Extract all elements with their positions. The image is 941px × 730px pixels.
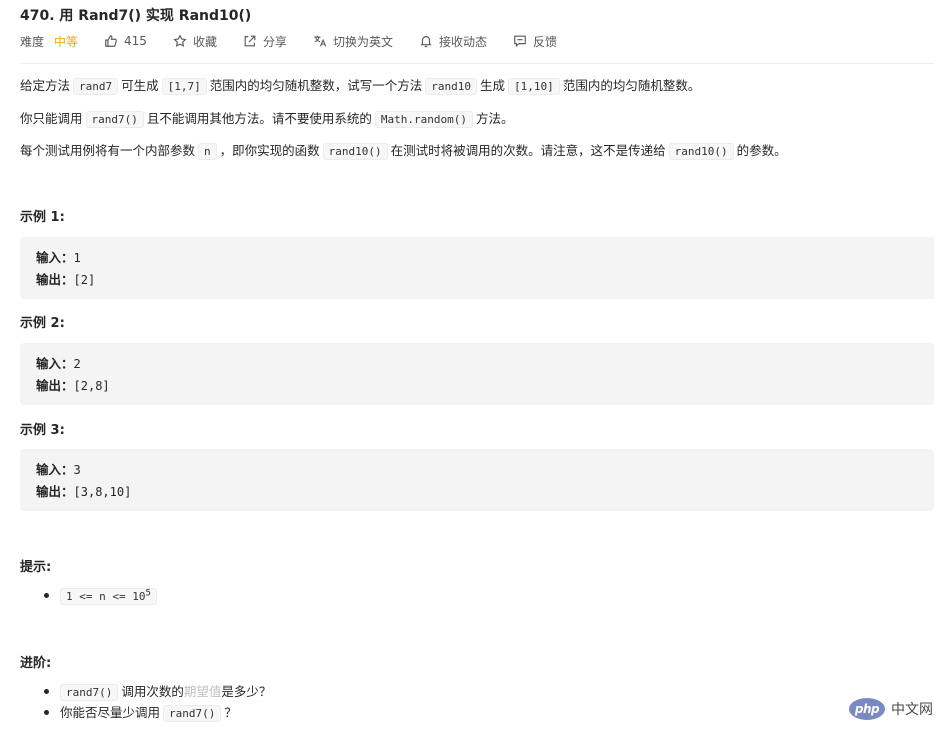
list-item: 1 <= n <= 105 bbox=[44, 586, 160, 607]
text-segment: 在测试时将被调用的次数。请注意，这不是传递给 bbox=[390, 143, 666, 158]
share-icon bbox=[243, 34, 257, 48]
inline-code: [1,7] bbox=[161, 78, 207, 95]
watermark-text: 中文网 bbox=[891, 702, 933, 718]
input-value: 3 bbox=[73, 463, 81, 477]
example-3-heading: 示例 3: bbox=[20, 423, 65, 438]
output-label: 输出： bbox=[36, 378, 74, 393]
translate-icon bbox=[313, 34, 327, 48]
switch-language-button[interactable]: 切换为英文 bbox=[313, 33, 393, 50]
example-1-block: 输入：1 输出：[2] bbox=[20, 237, 934, 299]
description-paragraph-2: 你只能调用 rand7() 且不能调用其他方法。请不要使用系统的 Math.rando… bbox=[20, 109, 514, 130]
example-input-row: 输入：2 bbox=[36, 353, 918, 375]
input-label: 输入： bbox=[36, 356, 74, 371]
message-icon bbox=[513, 34, 527, 48]
constraint-exponent: 5 bbox=[145, 588, 151, 599]
text-segment: 的参数。 bbox=[736, 143, 787, 158]
favorite-label: 收藏 bbox=[192, 34, 217, 49]
difficulty-label: 难度 bbox=[20, 34, 45, 49]
example-input-row: 输入：1 bbox=[36, 247, 918, 269]
inline-code: n bbox=[198, 143, 217, 160]
share-label: 分享 bbox=[262, 34, 287, 49]
like-count: 415 bbox=[124, 34, 147, 48]
example-output-row: 输出：[2] bbox=[36, 269, 918, 291]
inline-code: rand10 bbox=[425, 78, 478, 95]
text-segment: 范围内的均匀随机整数，试写一个方法 bbox=[209, 78, 423, 93]
followup-heading: 进阶: bbox=[20, 656, 52, 671]
example-3-block: 输入：3 输出：[3,8,10] bbox=[20, 449, 934, 511]
inline-code: [1,10] bbox=[508, 78, 560, 95]
example-output-row: 输出：[2,8] bbox=[36, 375, 918, 397]
text-segment: 可生成 bbox=[121, 78, 159, 93]
text-segment: 你能否尽量少调用 bbox=[60, 705, 161, 720]
thumbs-up-icon bbox=[104, 34, 118, 48]
text-segment: 范围内的均匀随机整数。 bbox=[562, 78, 701, 93]
hints-list: 1 <= n <= 105 bbox=[20, 586, 160, 607]
example-2-block: 输入：2 输出：[2,8] bbox=[20, 343, 934, 405]
expected-value-term: 期望值 bbox=[183, 684, 222, 699]
text-segment: ，即你实现的函数 bbox=[219, 143, 320, 158]
site-watermark: php 中文网 bbox=[849, 698, 933, 720]
text-segment: 是多少？ bbox=[221, 684, 272, 699]
followup-list: rand7() 调用次数的期望值是多少？ 你能否尽量少调用 rand7()？ bbox=[20, 682, 271, 724]
input-label: 输入： bbox=[36, 462, 74, 477]
favorite-button[interactable]: 收藏 bbox=[173, 33, 217, 50]
constraint-code: 1 <= n <= 105 bbox=[60, 588, 157, 605]
share-button[interactable]: 分享 bbox=[243, 33, 287, 50]
output-label: 输出： bbox=[36, 272, 74, 287]
bell-icon bbox=[419, 34, 433, 48]
text-segment: ？ bbox=[224, 705, 237, 720]
example-output-row: 输出：[3,8,10] bbox=[36, 481, 918, 503]
output-value: [3,8,10] bbox=[73, 485, 132, 499]
inline-code: rand7() bbox=[85, 111, 144, 128]
example-input-row: 输入：3 bbox=[36, 459, 918, 481]
inline-code: rand7 bbox=[73, 78, 119, 95]
input-value: 1 bbox=[73, 251, 81, 265]
inline-code: rand7() bbox=[163, 705, 222, 722]
text-segment: 生成 bbox=[480, 78, 506, 93]
header-divider bbox=[20, 63, 934, 64]
text-segment: 且不能调用其他方法。请不要使用系统的 bbox=[146, 111, 372, 126]
constraint-text: 1 <= n <= 10 bbox=[66, 590, 146, 603]
subscribe-label: 接收动态 bbox=[438, 34, 487, 49]
text-segment: 每个测试用例将有一个内部参数 bbox=[20, 143, 196, 158]
description-paragraph-1: 给定方法 rand7 可生成 [1,7] 范围内的均匀随机整数，试写一个方法 rand10… bbox=[20, 76, 700, 97]
star-icon bbox=[173, 34, 187, 48]
inline-code: Math.random() bbox=[374, 111, 473, 128]
output-value: [2,8] bbox=[73, 379, 110, 393]
like-button[interactable]: 415 bbox=[104, 34, 147, 48]
inline-code: rand7() bbox=[60, 684, 119, 701]
input-value: 2 bbox=[73, 357, 81, 371]
difficulty-badge: 中等 bbox=[54, 34, 79, 49]
php-logo-icon: php bbox=[849, 698, 885, 720]
feedback-label: 反馈 bbox=[533, 34, 558, 49]
example-2-heading: 示例 2: bbox=[20, 316, 65, 331]
output-label: 输出： bbox=[36, 484, 74, 499]
subscribe-button[interactable]: 接收动态 bbox=[419, 33, 487, 50]
text-segment: 方法。 bbox=[475, 111, 514, 126]
example-1-heading: 示例 1: bbox=[20, 210, 65, 225]
text-segment: 给定方法 bbox=[20, 78, 71, 93]
description-paragraph-3: 每个测试用例将有一个内部参数 n ，即你实现的函数 rand10() 在测试时将被调用的… bbox=[20, 141, 787, 162]
list-item: rand7() 调用次数的期望值是多少？ bbox=[43, 682, 272, 703]
input-label: 输入： bbox=[36, 250, 74, 265]
feedback-button[interactable]: 反馈 bbox=[513, 33, 557, 50]
list-item: 你能否尽量少调用 rand7()？ bbox=[43, 703, 271, 724]
inline-code: rand10() bbox=[322, 143, 388, 160]
problem-meta-bar: 难度 中等 415 收藏 分享 切换为英文 接收动态 反馈 bbox=[20, 32, 583, 50]
problem-title: 470. 用 Rand7() 实现 Rand10() bbox=[20, 8, 252, 24]
switch-language-label: 切换为英文 bbox=[332, 34, 393, 49]
text-segment: 你只能调用 bbox=[20, 111, 83, 126]
text-segment: 调用次数的 bbox=[121, 684, 184, 699]
hints-heading: 提示: bbox=[20, 560, 52, 575]
output-value: [2] bbox=[73, 273, 96, 287]
inline-code: rand10() bbox=[668, 143, 734, 160]
